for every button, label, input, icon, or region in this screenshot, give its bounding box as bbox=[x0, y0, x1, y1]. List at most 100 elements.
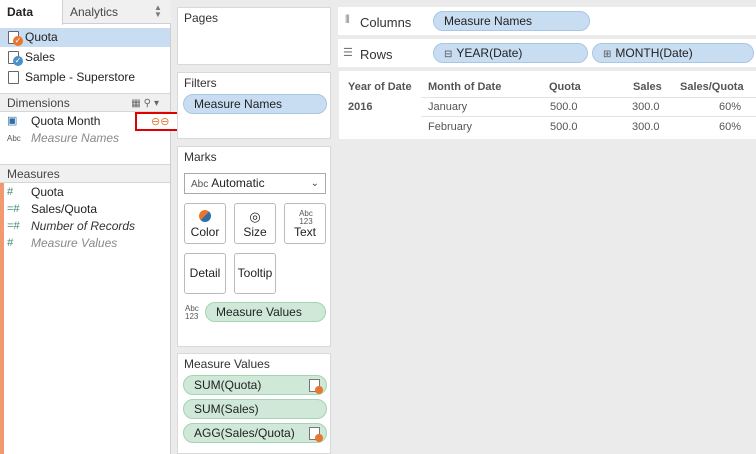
columns-icon: ⦀ bbox=[345, 14, 350, 26]
field-measure-values[interactable]: # Measure Values bbox=[0, 235, 170, 252]
pill-label: YEAR(Date) bbox=[456, 46, 523, 60]
tooltip-button[interactable]: Tooltip bbox=[234, 253, 276, 294]
text-encoding-icon: Abc 123 bbox=[185, 304, 199, 321]
measure-pill-agg-sales-quota[interactable]: AGG(Sales/Quota) bbox=[183, 423, 327, 443]
cell-quota[interactable]: 500.0 bbox=[550, 121, 578, 133]
datasource-label: Quota bbox=[25, 30, 58, 44]
tab-analytics[interactable]: Analytics bbox=[70, 0, 118, 24]
datasource-quota[interactable]: ✓ Quota bbox=[0, 28, 170, 47]
pill-label: SUM(Sales) bbox=[194, 402, 259, 416]
pill-label: MONTH(Date) bbox=[615, 46, 693, 60]
datasource-label: Sample - Superstore bbox=[25, 70, 136, 84]
measure-pill-sum-sales[interactable]: SUM(Sales) bbox=[183, 399, 327, 419]
marks-title: Marks bbox=[184, 150, 217, 164]
field-label: Measure Values bbox=[31, 236, 118, 250]
pill-label: AGG(Sales/Quota) bbox=[194, 426, 295, 440]
mark-type-dropdown[interactable]: Abc Automatic ⌄ bbox=[184, 173, 326, 194]
dimensions-header: Dimensions ▦⚲▾ bbox=[0, 93, 170, 112]
field-label: Sales/Quota bbox=[31, 202, 98, 216]
text-button[interactable]: Abc 123 Text bbox=[284, 203, 326, 244]
expand-icon[interactable]: ⊞ bbox=[603, 49, 611, 60]
mark-type-icon: Abc bbox=[191, 179, 209, 190]
tab-data[interactable]: Data bbox=[0, 0, 63, 25]
tab-scroll-icon[interactable]: ▲ ▼ bbox=[154, 4, 162, 19]
filter-pill-measure-names[interactable]: Measure Names bbox=[183, 94, 327, 114]
datasource-icon bbox=[8, 71, 19, 84]
color-label: Color bbox=[190, 225, 220, 239]
calendar-icon: ▣ bbox=[7, 115, 18, 127]
text-label: Text bbox=[293, 225, 316, 239]
measure-icon: # bbox=[7, 186, 14, 198]
chevron-down-icon: ⌄ bbox=[310, 178, 319, 189]
field-measure-names[interactable]: Abc Measure Names bbox=[0, 130, 170, 147]
datasource-sales[interactable]: ✓ Sales bbox=[0, 48, 170, 67]
search-icon[interactable]: ⚲ bbox=[144, 98, 154, 109]
measures-header: Measures bbox=[0, 164, 170, 183]
color-icon bbox=[185, 210, 225, 224]
header-month-of-date[interactable]: Month of Date bbox=[428, 81, 501, 93]
datasource-label: Sales bbox=[25, 50, 56, 64]
rows-icon: ☰ bbox=[343, 47, 353, 59]
field-label: Measure Names bbox=[31, 131, 120, 145]
field-quota[interactable]: # Quota bbox=[0, 184, 170, 201]
cell-quota[interactable]: 500.0 bbox=[550, 101, 578, 113]
cell-sales[interactable]: 300.0 bbox=[632, 101, 660, 113]
measure-pill-sum-quota[interactable]: SUM(Quota) bbox=[183, 375, 327, 395]
pages-title: Pages bbox=[184, 11, 219, 25]
size-button[interactable]: ◎ Size bbox=[234, 203, 276, 244]
secondary-check-icon: ✓ bbox=[13, 56, 23, 66]
calculated-measure-icon: =# bbox=[7, 220, 20, 232]
primary-check-icon: ✓ bbox=[13, 36, 23, 46]
secondary-source-flag-icon bbox=[309, 379, 323, 394]
size-label: Size bbox=[243, 225, 267, 239]
field-sales-quota[interactable]: =# Sales/Quota bbox=[0, 201, 170, 218]
calculated-measure-icon: =# bbox=[7, 203, 20, 215]
rows-pill-year-date[interactable]: ⊟ YEAR(Date) bbox=[433, 43, 588, 63]
cell-month[interactable]: February bbox=[428, 121, 472, 133]
field-label: Number of Records bbox=[31, 219, 136, 233]
columns-label: Columns bbox=[360, 15, 412, 30]
header-quota[interactable]: Quota bbox=[549, 81, 581, 93]
collapse-icon[interactable]: ⊟ bbox=[444, 49, 452, 60]
data-pane: Data Analytics ▲ ▼ ✓ Quota ✓ Sales Sample… bbox=[0, 0, 171, 454]
field-number-of-records[interactable]: =# Number of Records bbox=[0, 218, 170, 235]
marks-pill-measure-values[interactable]: Measure Values bbox=[205, 302, 326, 322]
color-button[interactable]: Color bbox=[184, 203, 226, 244]
abc-icon: Abc bbox=[7, 134, 21, 143]
view-toggle-icon[interactable]: ▦ bbox=[131, 98, 143, 109]
filters-title: Filters bbox=[184, 76, 217, 90]
text-icon: Abc 123 bbox=[299, 209, 313, 226]
columns-pill-measure-names[interactable]: Measure Names bbox=[433, 11, 590, 31]
link-icon[interactable]: ⊖⊖ bbox=[151, 115, 169, 128]
pill-label: SUM(Quota) bbox=[194, 378, 262, 392]
cell-sales-quota[interactable]: 60% bbox=[719, 121, 741, 133]
detail-button[interactable]: Detail bbox=[184, 253, 226, 294]
cell-month[interactable]: January bbox=[428, 101, 467, 113]
detail-label: Detail bbox=[189, 266, 221, 280]
cell-sales-quota[interactable]: 60% bbox=[719, 101, 741, 113]
cell-year[interactable]: 2016 bbox=[348, 101, 372, 113]
header-sales-quota[interactable]: Sales/Quota bbox=[680, 81, 744, 93]
rows-label: Rows bbox=[360, 47, 393, 62]
measures-title: Measures bbox=[7, 167, 60, 181]
secondary-source-accent bbox=[0, 183, 4, 454]
field-label: Quota Month bbox=[31, 114, 101, 128]
secondary-source-flag-icon bbox=[309, 427, 323, 442]
dimensions-title: Dimensions bbox=[7, 96, 70, 110]
pages-card[interactable]: Pages bbox=[177, 7, 331, 65]
tooltip-label: Tooltip bbox=[237, 266, 273, 280]
datasource-superstore[interactable]: Sample - Superstore bbox=[0, 68, 170, 87]
row-divider bbox=[421, 116, 756, 117]
chevron-down-icon[interactable]: ▾ bbox=[154, 98, 162, 109]
measure-values-title: Measure Values bbox=[184, 357, 270, 371]
rows-pill-month-date[interactable]: ⊞ MONTH(Date) bbox=[592, 43, 754, 63]
size-icon: ◎ bbox=[249, 209, 261, 224]
link-field-highlight[interactable]: ⊖⊖ bbox=[135, 112, 179, 131]
row-divider bbox=[421, 97, 756, 98]
mark-type-value: Automatic bbox=[211, 176, 265, 190]
crosstab-view[interactable]: Year of Date Month of Date Quota Sales S… bbox=[339, 71, 756, 139]
cell-sales[interactable]: 300.0 bbox=[632, 121, 660, 133]
header-sales[interactable]: Sales bbox=[633, 81, 662, 93]
header-year-of-date[interactable]: Year of Date bbox=[348, 81, 412, 93]
measure-icon: # bbox=[7, 237, 14, 249]
